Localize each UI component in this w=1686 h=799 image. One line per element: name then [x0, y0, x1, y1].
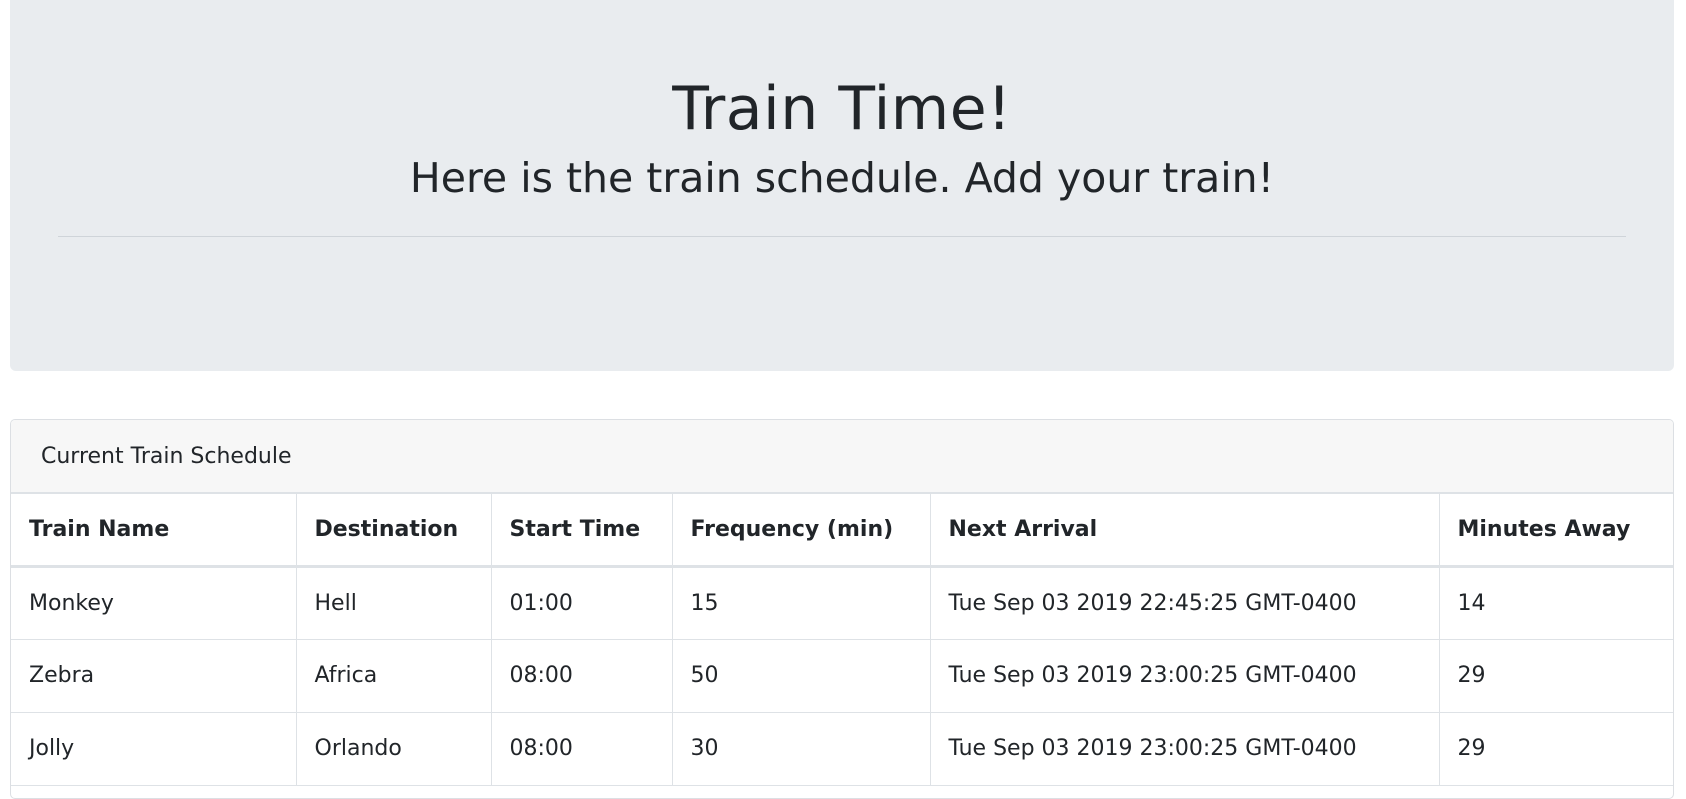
page-subtitle: Here is the train schedule. Add your tra… — [409, 154, 1275, 202]
cell-train-name: Monkey — [11, 566, 297, 640]
cell-destination: Hell — [296, 566, 492, 640]
cell-start-time: 01:00 — [491, 566, 673, 640]
cell-frequency: 30 — [672, 712, 931, 786]
cell-train-name: Zebra — [11, 639, 297, 713]
cell-start-time: 08:00 — [491, 712, 673, 786]
schedule-card-header: Current Train Schedule — [11, 420, 1673, 494]
column-header-train-name: Train Name — [11, 494, 297, 568]
cell-minutes-away: 29 — [1439, 639, 1673, 713]
schedule-card: Current Train Schedule Train Name Destin… — [10, 419, 1674, 799]
column-header-frequency: Frequency (min) — [672, 494, 931, 568]
page-title: Train Time! — [672, 74, 1012, 144]
cell-start-time: 08:00 — [491, 639, 673, 713]
table-row: Jolly Orlando 08:00 30 Tue Sep 03 2019 2… — [11, 712, 1673, 786]
cell-minutes-away: 29 — [1439, 712, 1673, 786]
column-header-next-arrival: Next Arrival — [930, 494, 1440, 568]
table-header-row: Train Name Destination Start Time Freque… — [11, 494, 1673, 568]
cell-frequency: 15 — [672, 566, 931, 640]
column-header-destination: Destination — [296, 494, 492, 568]
cell-frequency: 50 — [672, 639, 931, 713]
column-header-minutes-away: Minutes Away — [1439, 494, 1673, 568]
table-row: Zebra Africa 08:00 50 Tue Sep 03 2019 23… — [11, 639, 1673, 713]
column-header-start-time: Start Time — [491, 494, 673, 568]
cell-next-arrival: Tue Sep 03 2019 23:00:25 GMT-0400 — [930, 639, 1440, 713]
cell-minutes-away: 14 — [1439, 566, 1673, 640]
cell-next-arrival: Tue Sep 03 2019 22:45:25 GMT-0400 — [930, 566, 1440, 640]
schedule-table: Train Name Destination Start Time Freque… — [11, 494, 1673, 786]
cell-destination: Orlando — [296, 712, 492, 786]
cell-next-arrival: Tue Sep 03 2019 23:00:25 GMT-0400 — [930, 712, 1440, 786]
table-row: Monkey Hell 01:00 15 Tue Sep 03 2019 22:… — [11, 566, 1673, 640]
cell-destination: Africa — [296, 639, 492, 713]
jumbotron-header: Train Time! Here is the train schedule. … — [10, 0, 1674, 371]
cell-train-name: Jolly — [11, 712, 297, 786]
divider — [58, 236, 1626, 237]
